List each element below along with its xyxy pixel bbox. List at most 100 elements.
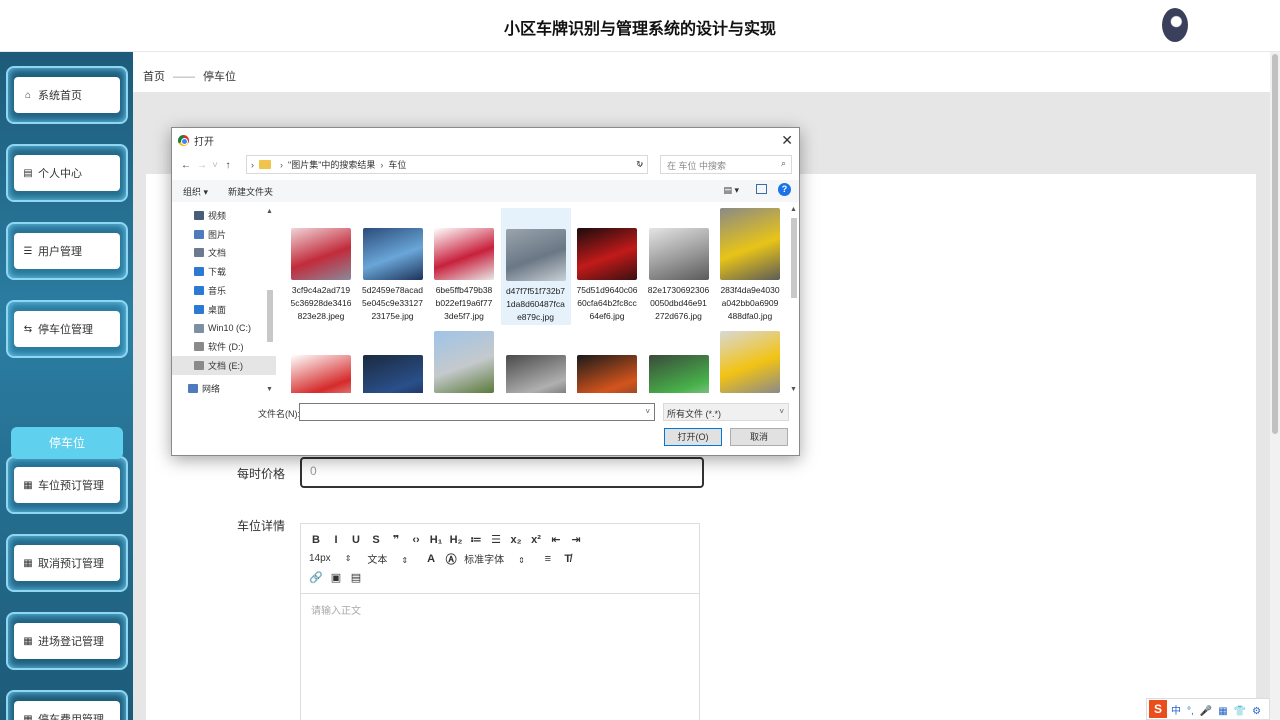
- file-item[interactable]: [501, 331, 571, 393]
- link-icon[interactable]: 🔗: [309, 571, 323, 584]
- ime-toolbar[interactable]: S 中 °, 🎤 ▦ 👕 ⚙: [1146, 698, 1270, 720]
- editor-tool-icon[interactable]: ☰: [489, 533, 503, 546]
- ime-tool-icon[interactable]: ▦: [1218, 706, 1227, 717]
- organize-button[interactable]: 组织 ▾: [183, 185, 208, 198]
- editor-tool-icon[interactable]: B: [309, 534, 323, 546]
- editor-tool-icon[interactable]: I: [329, 534, 343, 546]
- editor-tool-icon[interactable]: x₂: [509, 534, 523, 546]
- sidebar-item[interactable]: ⌂ 系统首页: [6, 66, 128, 124]
- search-input[interactable]: 在 车位 中搜索 ⌕: [660, 155, 792, 174]
- sidebar-item-button[interactable]: ▦ 停车费用管理: [14, 701, 120, 720]
- scroll-down-icon[interactable]: ▼: [790, 386, 797, 393]
- editor-tool-icon[interactable]: ⇤: [549, 533, 563, 546]
- ime-tool-icon[interactable]: ⚙: [1252, 706, 1261, 717]
- nav-item[interactable]: 文档: [172, 244, 276, 263]
- price-input[interactable]: 0: [300, 457, 704, 488]
- editor-tool-icon[interactable]: S: [369, 534, 383, 546]
- sidebar-item[interactable]: ▦ 进场登记管理: [6, 612, 128, 670]
- image-icon[interactable]: ▣: [329, 571, 343, 584]
- filename-input[interactable]: ˅: [299, 403, 655, 421]
- video-icon[interactable]: ▤: [349, 571, 363, 584]
- path-root[interactable]: "图片集"中的搜索结果: [288, 158, 375, 171]
- back-arrow-icon[interactable]: ←: [178, 160, 194, 171]
- sidebar-item-button[interactable]: ▦ 车位预订管理: [14, 467, 120, 503]
- avatar[interactable]: [1162, 8, 1188, 42]
- ime-tool-icon[interactable]: 中: [1171, 706, 1181, 717]
- open-button[interactable]: 打开(O): [664, 428, 722, 446]
- filetype-select[interactable]: 所有文件 (*.*) ˅: [663, 403, 789, 421]
- sidebar-item[interactable]: ▦ 取消预订管理: [6, 534, 128, 592]
- editor-tool-icon[interactable]: ⇥: [569, 533, 583, 546]
- editor-tool-icon[interactable]: x²: [529, 534, 543, 546]
- scroll-up-icon[interactable]: ▲: [790, 206, 797, 213]
- address-bar[interactable]: › › "图片集"中的搜索结果 › 车位 ˅: [246, 155, 648, 174]
- sidebar-item-button[interactable]: ▤ 个人中心: [14, 155, 120, 191]
- sidebar-item[interactable]: ☰ 用户管理: [6, 222, 128, 280]
- editor-tool-icon[interactable]: ≔: [469, 533, 483, 546]
- file-item[interactable]: 82e1730692306 0050dbd46e91 272d676.jpg: [644, 208, 714, 323]
- nav-scrollbar[interactable]: ▲ ▼: [265, 208, 275, 393]
- sidebar-item[interactable]: ▤ 个人中心: [6, 144, 128, 202]
- scroll-up-icon[interactable]: ▲: [266, 208, 273, 215]
- file-item[interactable]: [286, 331, 356, 393]
- sidebar-item-button[interactable]: ▦ 进场登记管理: [14, 623, 120, 659]
- new-folder-button[interactable]: 新建文件夹: [228, 185, 273, 198]
- file-scrollbar-thumb[interactable]: [791, 218, 797, 298]
- file-item[interactable]: [358, 331, 428, 393]
- file-item[interactable]: [644, 331, 714, 393]
- close-icon[interactable]: ✕: [781, 132, 793, 149]
- nav-item[interactable]: 网络: [172, 379, 276, 398]
- font-family-select[interactable]: 标准字体 ⇕: [464, 551, 525, 566]
- sidebar-item[interactable]: ▦ 车位预订管理: [6, 456, 128, 514]
- sidebar-item-button[interactable]: ⌂ 系统首页: [14, 77, 120, 113]
- clear-format-icon[interactable]: T̸: [561, 553, 575, 565]
- cancel-button[interactable]: 取消: [730, 428, 788, 446]
- ime-tool-icon[interactable]: 👕: [1234, 706, 1246, 717]
- ime-tool-icon[interactable]: 🎤: [1200, 706, 1212, 717]
- rich-text-editor[interactable]: B I U S ❞ ‹› H₁ H₂ ≔ ☰ x₂ x² ⇤ ⇥ 14px ⇕ 文本 ⇕ A Ⓐ 标准字体 ⇕ …: [300, 523, 700, 720]
- file-item[interactable]: 283f4da9e4030 a042bb0a6909 488dfa0.jpg: [715, 208, 785, 323]
- editor-tool-icon[interactable]: U: [349, 534, 363, 546]
- font-size-select[interactable]: 14px ⇕: [309, 553, 351, 564]
- view-options-icon[interactable]: ▤ ▾: [723, 185, 739, 196]
- file-item[interactable]: 5d2459e78acad 5e045c9e33127 23175e.jpg: [358, 208, 428, 323]
- scroll-down-icon[interactable]: ▼: [266, 386, 273, 393]
- chevron-down-icon[interactable]: ˅: [645, 407, 650, 416]
- sidebar-item-button[interactable]: ▦ 取消预订管理: [14, 545, 120, 581]
- editor-tool-icon[interactable]: H₂: [449, 534, 463, 546]
- page-scrollbar-thumb[interactable]: [1272, 54, 1278, 434]
- file-item[interactable]: d47f7f51f732b7 1da8d60487fca e879c.jpg: [500, 208, 571, 325]
- file-item[interactable]: 3cf9c4a2ad719 5c36928de3416 823e28.jpeg: [286, 208, 356, 323]
- file-scrollbar[interactable]: ▲ ▼: [789, 206, 799, 393]
- align-icon[interactable]: ≡: [541, 553, 555, 565]
- sidebar-item-button[interactable]: ☰ 用户管理: [14, 233, 120, 269]
- file-item[interactable]: [715, 331, 785, 393]
- file-item[interactable]: [429, 331, 499, 393]
- background-color-icon[interactable]: Ⓐ: [444, 551, 458, 567]
- path-current[interactable]: 车位: [388, 158, 406, 171]
- editor-tool-icon[interactable]: H₁: [429, 534, 443, 546]
- up-arrow-icon[interactable]: ↑: [220, 160, 236, 171]
- font-color-icon[interactable]: A: [424, 553, 438, 565]
- sogou-logo-icon[interactable]: S: [1149, 700, 1167, 718]
- file-item[interactable]: 75d51d9640c06 60cfa64b2fc8cc 64ef6.jpg: [572, 208, 642, 323]
- ime-tool-icon[interactable]: °,: [1187, 706, 1194, 717]
- preview-pane-icon[interactable]: [756, 184, 767, 194]
- page-scrollbar[interactable]: [1270, 52, 1280, 720]
- nav-item[interactable]: 下载: [172, 262, 276, 281]
- forward-arrow-icon[interactable]: →: [194, 160, 210, 171]
- sidebar-subitem-parking[interactable]: 停车位: [11, 427, 123, 459]
- nav-item[interactable]: 视频: [172, 206, 276, 225]
- sidebar-item[interactable]: ▦ 停车费用管理: [6, 690, 128, 720]
- sidebar-item-button[interactable]: ⇆ 停车位管理: [14, 311, 120, 347]
- file-item[interactable]: 6be5ffb479b38 b022ef19a6f77 3de5f7.jpg: [429, 208, 499, 323]
- file-item[interactable]: [572, 331, 642, 393]
- nav-item[interactable]: 文档 (E:): [172, 356, 276, 376]
- recent-chevron-icon[interactable]: ˅: [210, 160, 220, 171]
- refresh-icon[interactable]: ↻: [636, 159, 644, 170]
- nav-item[interactable]: 软件 (D:): [172, 338, 276, 357]
- sidebar-item[interactable]: ⇆ 停车位管理: [6, 300, 128, 358]
- nav-scrollbar-thumb[interactable]: [267, 290, 273, 342]
- nav-item[interactable]: Win10 (C:): [172, 319, 276, 338]
- editor-tool-icon[interactable]: ‹›: [409, 534, 423, 546]
